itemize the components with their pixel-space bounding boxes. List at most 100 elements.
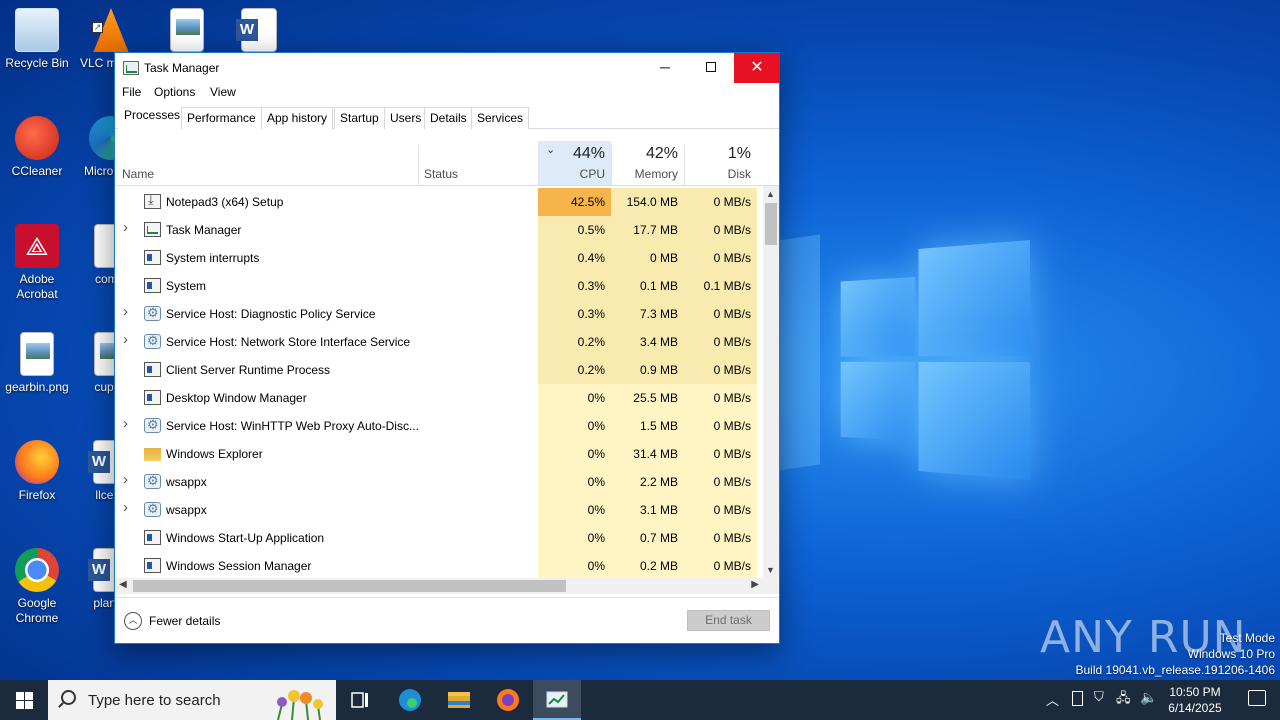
menu-view[interactable]: View (210, 85, 236, 99)
expand-chevron-icon[interactable]: › (123, 499, 128, 516)
tab-processes[interactable]: Processes (118, 104, 187, 130)
task-view-button[interactable] (336, 680, 384, 720)
battery-icon[interactable] (1072, 691, 1083, 706)
maximize-button[interactable] (688, 53, 734, 83)
process-disk-cell: 0 MB/s (684, 356, 757, 384)
table-row[interactable]: › Task Manager 0.5% 17.7 MB 0 MB/s (115, 216, 763, 244)
word-doc-icon (236, 8, 277, 52)
process-memory-cell: 0.9 MB (611, 356, 684, 384)
table-row[interactable]: › wsappx 0%2.2 MB0 MB/s (115, 468, 763, 496)
horizontal-scrollbar[interactable]: ◀ ▶ (115, 578, 763, 594)
process-name: System (166, 279, 207, 293)
table-row[interactable]: Windows Explorer 0% 31.4 MB 0 MB/s (115, 440, 763, 468)
column-header-name[interactable]: Name (115, 141, 418, 185)
vertical-scrollbar[interactable]: ▲ ▼ (763, 186, 779, 578)
table-row[interactable]: › Service Host: WinHTTP Web Proxy Auto-Di… (115, 412, 763, 440)
process-disk-cell: 0 MB/s (684, 216, 757, 244)
close-button[interactable]: ✕ (734, 53, 780, 83)
table-row[interactable]: › Service Host: Diagnostic Policy Service… (115, 300, 763, 328)
table-row[interactable]: Client Server Runtime Process 0.2% 0.9 MB 0… (115, 356, 763, 384)
tab-users[interactable]: Users (384, 107, 428, 129)
column-label: Memory (634, 167, 678, 181)
taskbar-edge[interactable] (386, 680, 434, 720)
task-view-icon (351, 692, 368, 708)
desktop-icon-ccleaner[interactable]: CCleaner (0, 116, 74, 179)
logo-pane (918, 240, 1030, 357)
menu-options[interactable]: Options (154, 85, 195, 99)
process-name: wsappx (166, 475, 207, 489)
desktop-icon-gearbin[interactable]: gearbin.png (0, 332, 74, 395)
scroll-up-arrow-icon[interactable]: ▲ (766, 189, 775, 199)
column-header-memory[interactable]: 42% Memory (611, 141, 684, 185)
taskbar-file-explorer[interactable] (435, 680, 483, 720)
network-icon[interactable]: 🖧 (1116, 689, 1131, 711)
gear-icon (144, 417, 161, 433)
scroll-right-arrow-icon[interactable]: ▶ (751, 579, 759, 590)
process-cpu-cell: 0% (538, 412, 611, 440)
desktop-icon-chrome[interactable]: Google Chrome (0, 548, 74, 626)
desktop-icon-label: Recycle Bin (5, 56, 69, 70)
desktop-icon-acrobat[interactable]: ⟁ Adobe Acrobat (0, 224, 74, 302)
process-memory-cell: 0 MB (611, 244, 684, 272)
table-row[interactable]: Notepad3 (x64) Setup 42.5%154.0 MB0 MB/s (115, 188, 763, 216)
end-task-button[interactable]: End task (687, 610, 770, 631)
table-row[interactable]: System interrupts 0.4% 0 MB 0 MB/s (115, 244, 763, 272)
expand-chevron-icon[interactable]: › (123, 415, 128, 432)
table-row[interactable]: › wsappx 0%3.1 MB0 MB/s (115, 496, 763, 524)
windows-start-icon (25, 701, 33, 709)
clock[interactable]: 10:50 PM 6/14/2025 (1160, 684, 1230, 716)
column-label: Name (122, 167, 155, 181)
notifications-icon[interactable] (1248, 690, 1266, 706)
scroll-left-arrow-icon[interactable]: ◀ (119, 579, 127, 590)
fewer-details-link[interactable]: Fewer details (149, 614, 220, 628)
chevron-up-icon[interactable]: ︿ (1046, 690, 1059, 709)
table-row[interactable]: Desktop Window Manager 0% 25.5 MB 0 MB/s (115, 384, 763, 412)
taskbar-task-manager[interactable] (533, 680, 581, 720)
vertical-scroll-thumb[interactable] (765, 203, 777, 245)
expand-chevron-icon[interactable]: › (123, 331, 128, 348)
chevron-up-circle-icon[interactable]: ︿ (124, 612, 142, 630)
table-row[interactable]: Windows Start-Up Application 0% 0.7 MB 0 MB… (115, 524, 763, 552)
horizontal-scroll-thumb[interactable] (133, 580, 566, 592)
expand-chevron-icon[interactable]: › (123, 219, 128, 236)
process-memory-cell: 3.1 MB (611, 496, 684, 524)
process-cpu-cell: 0% (538, 440, 611, 468)
tab-services[interactable]: Services (471, 107, 530, 129)
table-row[interactable]: › Service Host: Network Store Interface S… (115, 328, 763, 356)
desktop-icon-recycle-bin[interactable]: Recycle Bin (0, 8, 74, 71)
windows-logo-wallpaper (840, 240, 1030, 480)
tab-strip: Processes Performance App history Startu… (115, 103, 779, 130)
desktop-icon-image[interactable] (150, 8, 224, 56)
tab-app-history[interactable]: App history (261, 107, 334, 129)
process-cpu-cell: 0% (538, 468, 611, 496)
image-file-icon (170, 8, 204, 52)
tab-performance[interactable]: Performance (181, 107, 262, 129)
column-header-status[interactable]: Status (418, 141, 538, 185)
process-disk-cell: 0 MB/s (684, 524, 757, 552)
start-button[interactable] (0, 680, 48, 720)
defender-icon[interactable]: ⛉ (1094, 689, 1104, 705)
desktop-icon-firefox[interactable]: Firefox (0, 440, 74, 503)
column-header-disk[interactable]: 1% Disk (684, 141, 757, 185)
process-memory-cell: 0.1 MB (611, 272, 684, 300)
taskbar-search-box[interactable]: Type here to search (48, 680, 336, 720)
title-bar[interactable]: Task Manager ─ ✕ (115, 53, 780, 83)
search-highlight-flowers-icon (268, 684, 330, 720)
folder-icon (144, 448, 161, 461)
taskbar-firefox[interactable] (484, 680, 532, 720)
scroll-down-arrow-icon[interactable]: ▼ (766, 565, 775, 575)
table-row[interactable]: System 0.3% 0.1 MB 0.1 MB/s (115, 272, 763, 300)
expand-chevron-icon[interactable]: › (123, 471, 128, 488)
volume-icon[interactable]: 🔈 (1140, 689, 1157, 706)
column-header-cpu[interactable]: ⌄ 44% CPU (538, 141, 611, 185)
table-row[interactable]: Windows Session Manager 0% 0.2 MB 0 MB/s (115, 552, 763, 578)
tab-startup[interactable]: Startup (334, 107, 385, 129)
tab-details[interactable]: Details (424, 107, 473, 129)
minimize-button[interactable]: ─ (642, 53, 688, 83)
desktop-icon-word[interactable] (222, 8, 296, 56)
acrobat-icon: ⟁ (15, 224, 59, 268)
menu-file[interactable]: File (122, 85, 141, 99)
expand-chevron-icon[interactable]: › (123, 303, 128, 320)
desktop-icon-label: gearbin.png (5, 380, 69, 394)
process-disk-cell: 0 MB/s (684, 468, 757, 496)
